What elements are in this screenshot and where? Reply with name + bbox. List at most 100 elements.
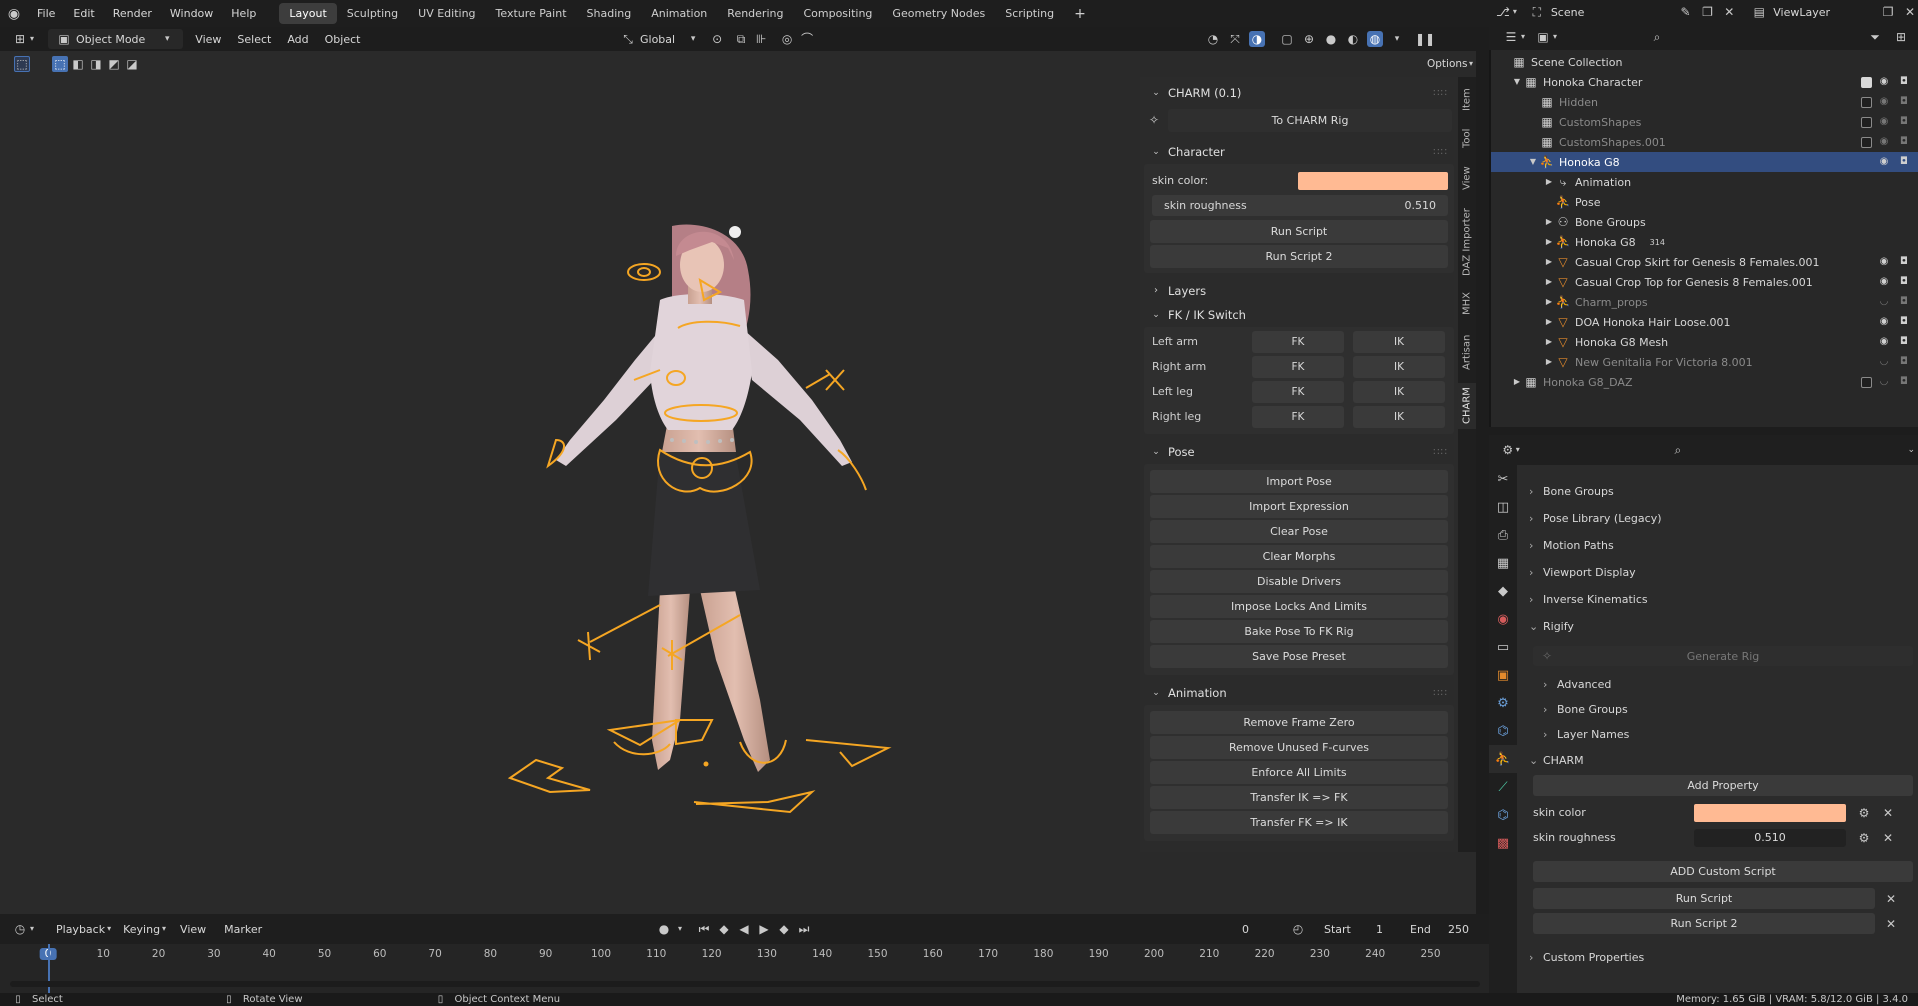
menu-render[interactable]: Render (104, 7, 161, 20)
playback-menu[interactable]: Playback (56, 923, 105, 936)
props-run-script-2-button[interactable]: Run Script 2 (1533, 913, 1875, 934)
visibility-eye-icon[interactable]: ◉ (1876, 74, 1892, 90)
render-camera-icon[interactable]: ◘ (1896, 114, 1912, 130)
layers-section-header[interactable]: › Layers (1140, 279, 1458, 303)
outliner-row[interactable]: ▦ CustomShapes.001 ◉ ◘ (1491, 132, 1918, 152)
tab-scripting[interactable]: Scripting (995, 3, 1064, 24)
chevron-right-icon[interactable]: ▶ (1543, 334, 1555, 350)
select-tool-icon[interactable]: ⬚ (14, 56, 30, 72)
props-skin-color-swatch[interactable] (1694, 803, 1846, 822)
disable-drivers-button[interactable]: Disable Drivers (1150, 570, 1448, 593)
falloff-icon[interactable]: ⌒ (799, 31, 815, 47)
scene-selector[interactable]: ⛶ Scene (1529, 2, 1678, 22)
save-pose-preset-button[interactable]: Save Pose Preset (1150, 645, 1448, 668)
tab-tool[interactable]: Tool (1458, 123, 1476, 153)
chevron-down-icon[interactable]: ▼ (1511, 74, 1523, 90)
search-icon[interactable]: ⌕ (1649, 29, 1665, 45)
left-leg-ik-button[interactable]: IK (1352, 380, 1446, 403)
pin-icon[interactable]: ✎ (1678, 4, 1694, 20)
close-icon[interactable]: ✕ (1880, 830, 1896, 846)
render-camera-icon[interactable]: ◘ (1896, 274, 1912, 290)
tab-compositing[interactable]: Compositing (793, 3, 882, 24)
add-property-button[interactable]: Add Property (1533, 775, 1913, 796)
scene-collection-row[interactable]: ▦ Scene Collection (1491, 52, 1918, 72)
clear-morphs-button[interactable]: Clear Morphs (1150, 545, 1448, 568)
viewport-display-section[interactable]: › Viewport Display (1517, 559, 1917, 586)
bake-pose-button[interactable]: Bake Pose To FK Rig (1150, 620, 1448, 643)
overlay-icon[interactable]: ◑ (1249, 31, 1265, 47)
chevron-right-icon[interactable]: ▶ (1543, 314, 1555, 330)
right-leg-fk-button[interactable]: FK (1251, 405, 1344, 428)
tab-layout[interactable]: Layout (279, 3, 337, 24)
texture-tab-icon[interactable]: ▩ (1489, 829, 1517, 857)
render-camera-icon[interactable]: ◘ (1896, 314, 1912, 330)
right-arm-fk-button[interactable]: FK (1251, 355, 1344, 378)
editor-type-icon[interactable]: ⚙ (1501, 442, 1514, 458)
chevron-right-icon[interactable]: ▶ (1543, 354, 1555, 370)
remove-unused-fcurves-button[interactable]: Remove Unused F-curves (1150, 736, 1448, 759)
play-reverse-icon[interactable]: ◀ (736, 921, 752, 937)
visibility-eye-icon[interactable]: ◉ (1876, 94, 1892, 110)
import-expression-button[interactable]: Import Expression (1150, 495, 1448, 518)
outliner-row[interactable]: ▼ ⛹ Honoka G8 ◉ ◘ (1491, 152, 1918, 172)
visibility-eye-icon[interactable]: ◉ (1876, 114, 1892, 130)
chevron-right-icon[interactable] (1527, 114, 1539, 130)
render-tab-icon[interactable]: ◫ (1489, 493, 1517, 521)
render-camera-icon[interactable]: ◘ (1896, 374, 1912, 390)
exclude-checkbox[interactable] (1861, 376, 1872, 388)
tab-view[interactable]: View (1458, 163, 1476, 193)
tab-artisan[interactable]: Artisan (1458, 327, 1476, 377)
drag-handle-icon[interactable]: ∷∷ (1433, 688, 1448, 699)
tab-charm[interactable]: CHARM (1458, 383, 1476, 429)
chevron-right-icon[interactable] (1527, 134, 1539, 150)
chevron-down-icon[interactable]: ▾ (1389, 31, 1405, 47)
chevron-right-icon[interactable]: ▶ (1543, 254, 1555, 270)
chevron-right-icon[interactable] (1543, 194, 1555, 210)
fkik-section-header[interactable]: ⌄ FK / IK Switch (1140, 303, 1458, 327)
pause-icon[interactable]: ❚❚ (1415, 31, 1435, 47)
charm-props-section[interactable]: ⌄ CHARM (1517, 747, 1917, 774)
tab-daz-importer[interactable]: DAZ Importer (1458, 203, 1476, 281)
constraint-tab-icon[interactable]: ⌬ (1489, 717, 1517, 745)
drag-handle-icon[interactable]: ∷∷ (1433, 147, 1448, 158)
tab-texture-paint[interactable]: Texture Paint (486, 3, 577, 24)
visibility-eye-icon[interactable]: ◡ (1876, 374, 1892, 390)
skin-roughness-slider[interactable]: skin roughness 0.510 (1152, 195, 1448, 216)
props-skin-roughness-field[interactable]: 0.510 (1694, 828, 1846, 847)
charm-panel-header[interactable]: ⌄ CHARM (0.1) ∷∷ (1140, 81, 1458, 105)
timeline[interactable]: 0102030405060708090100110120130140150160… (0, 944, 1489, 993)
visibility-eye-icon[interactable]: ◉ (1876, 154, 1892, 170)
jump-end-icon[interactable]: ⏭ (796, 921, 812, 937)
visibility-eye-icon[interactable]: ◡ (1876, 354, 1892, 370)
chevron-right-icon[interactable]: ▶ (1543, 274, 1555, 290)
bone-tab-icon[interactable]: ⟋ (1489, 773, 1517, 801)
select-intersect-icon[interactable]: ◪ (124, 56, 140, 72)
transfer-fk-ik-button[interactable]: Transfer FK => IK (1150, 811, 1448, 834)
import-pose-button[interactable]: Import Pose (1150, 470, 1448, 493)
generate-rig-button[interactable]: ✧ Generate Rig (1533, 646, 1913, 666)
chevron-right-icon[interactable]: ▶ (1543, 294, 1555, 310)
material-shading-icon[interactable]: ◐ (1345, 31, 1361, 47)
end-frame-field[interactable]: 250 (1448, 923, 1469, 936)
blender-logo-icon[interactable]: ◉ (6, 6, 22, 22)
proportional-edit-icon[interactable]: ◎ (779, 31, 795, 47)
to-charm-rig-button[interactable]: To CHARM Rig (1168, 108, 1452, 132)
outliner-row[interactable]: ▶ ▽ New Genitalia For Victoria 8.001 ◡ ◘ (1491, 352, 1918, 372)
outliner-row[interactable]: ▶ ⚇ Bone Groups (1491, 212, 1918, 232)
gear-icon[interactable]: ⚙ (1856, 805, 1872, 821)
snap-target-icon[interactable]: ⊪ (753, 31, 769, 47)
outliner-row[interactable]: ▶ ▦ Honoka G8_DAZ ◡ ◘ (1491, 372, 1918, 392)
menu-object[interactable]: Object (325, 33, 361, 46)
play-icon[interactable]: ▶ (756, 921, 772, 937)
enforce-all-limits-button[interactable]: Enforce All Limits (1150, 761, 1448, 784)
tab-rendering[interactable]: Rendering (717, 3, 793, 24)
current-frame-field[interactable]: 0 (1242, 923, 1249, 936)
tab-geometry-nodes[interactable]: Geometry Nodes (882, 3, 995, 24)
object-tab-icon[interactable]: ▣ (1489, 661, 1517, 689)
menu-file[interactable]: File (28, 7, 64, 20)
bone-constraint-tab-icon[interactable]: ⌬ (1489, 801, 1517, 829)
editor-type-icon[interactable]: ⊞ (12, 31, 28, 47)
select-extend-icon[interactable]: ◧ (70, 56, 86, 72)
menu-help[interactable]: Help (222, 7, 265, 20)
marker-menu[interactable]: Marker (224, 923, 262, 936)
